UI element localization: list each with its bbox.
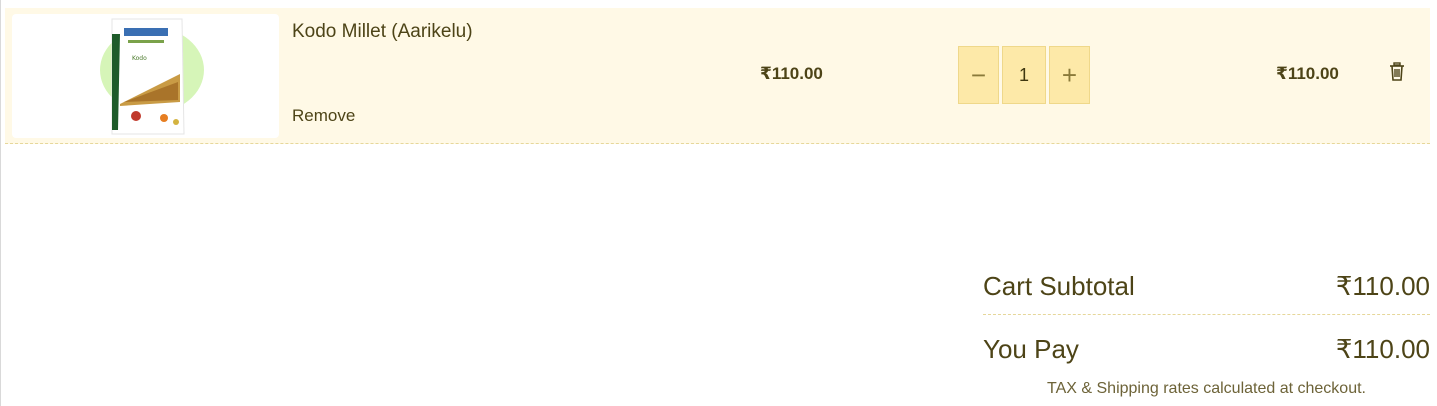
trash-icon[interactable] xyxy=(1389,62,1405,82)
product-name[interactable]: Kodo Millet (Aarikelu) xyxy=(292,21,473,43)
subtotal-label: Cart Subtotal xyxy=(983,270,1135,301)
checkout-note: TAX & Shipping rates calculated at check… xyxy=(1047,380,1366,397)
decrease-quantity-button[interactable]: − xyxy=(958,46,999,104)
millet-package-icon: Kodo xyxy=(100,18,204,135)
svg-text:Kodo: Kodo xyxy=(132,55,147,62)
line-total: ₹110.00 xyxy=(1276,64,1339,83)
summary-divider xyxy=(983,314,1430,315)
cart-item-row: Kodo Kodo Millet (Aarikelu) Remove ₹110.… xyxy=(5,8,1430,144)
page-left-border xyxy=(0,0,1,406)
quantity-stepper: − 1 + xyxy=(958,46,1090,104)
remove-link[interactable]: Remove xyxy=(292,106,355,126)
subtotal-row: Cart Subtotal ₹110.00 xyxy=(983,264,1430,308)
increase-quantity-button[interactable]: + xyxy=(1049,46,1090,104)
quantity-value[interactable]: 1 xyxy=(1002,46,1046,104)
you-pay-label: You Pay xyxy=(983,333,1079,364)
subtotal-value: ₹110.00 xyxy=(1335,270,1430,301)
unit-price: ₹110.00 xyxy=(760,64,823,83)
cart-summary: Cart Subtotal ₹110.00 You Pay ₹110.00 xyxy=(983,264,1430,371)
you-pay-value: ₹110.00 xyxy=(1335,333,1430,364)
total-row: You Pay ₹110.00 xyxy=(983,327,1430,371)
product-image[interactable]: Kodo xyxy=(12,14,279,138)
